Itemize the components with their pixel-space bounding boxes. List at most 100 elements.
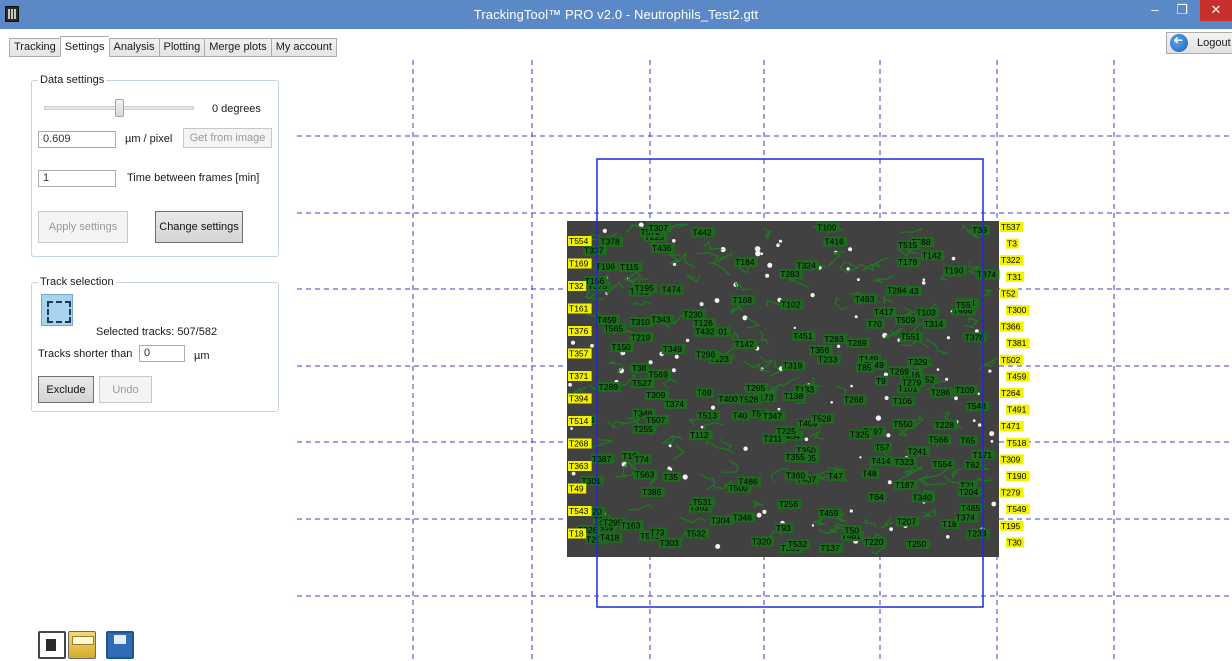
tab-settings[interactable]: Settings bbox=[59, 36, 109, 57]
track-label: T171 bbox=[973, 450, 993, 460]
cell-dot bbox=[903, 523, 908, 529]
track-label-bg bbox=[898, 285, 922, 296]
apply-settings-button[interactable]: Apply settings bbox=[38, 211, 128, 243]
track-label: T299 bbox=[603, 518, 623, 528]
track-label-bg bbox=[602, 323, 627, 334]
tab-analysis[interactable]: Analysis bbox=[108, 38, 159, 57]
get-from-image-button[interactable]: Get from image bbox=[183, 128, 272, 148]
track-label: T168 bbox=[733, 295, 753, 305]
track-label-bg bbox=[1000, 255, 1024, 266]
track-label: T30 bbox=[1007, 537, 1022, 547]
track-label: T532 bbox=[686, 529, 706, 539]
track-label-bg bbox=[795, 445, 819, 456]
cell-dot bbox=[720, 246, 726, 253]
track-label-bg bbox=[965, 401, 990, 412]
tab-my-account[interactable]: My account bbox=[270, 38, 337, 57]
track-label-bg bbox=[598, 532, 623, 543]
track-line bbox=[721, 459, 740, 474]
undo-button[interactable]: Undo bbox=[99, 376, 152, 403]
track-label: T465 bbox=[961, 503, 981, 513]
track-label-bg bbox=[775, 426, 800, 437]
track-label: T21 bbox=[960, 480, 975, 490]
cell-dot bbox=[663, 351, 667, 355]
logout-button[interactable]: Logout bbox=[1166, 32, 1232, 54]
tab-tracking[interactable]: Tracking bbox=[9, 38, 60, 57]
track-label: T451 bbox=[793, 331, 813, 341]
track-line bbox=[678, 530, 688, 548]
cell-dot bbox=[762, 540, 768, 546]
track-label-bg bbox=[568, 326, 592, 336]
exclude-button[interactable]: Exclude bbox=[38, 376, 94, 403]
track-label: T137 bbox=[820, 543, 840, 553]
maximize-button[interactable]: ❐ bbox=[1168, 0, 1196, 21]
new-file-icon[interactable] bbox=[38, 631, 66, 659]
track-line bbox=[835, 385, 853, 403]
track-label: T551 bbox=[901, 332, 921, 342]
track-line bbox=[919, 474, 947, 486]
track-label: T250 bbox=[907, 539, 927, 549]
tracks-shorter-input[interactable]: 0 bbox=[139, 345, 185, 362]
track-line bbox=[607, 360, 624, 374]
track-label-bg bbox=[795, 260, 820, 271]
track-label-bg bbox=[959, 480, 978, 491]
track-label: T554 bbox=[569, 236, 589, 246]
track-line bbox=[584, 283, 605, 300]
track-line bbox=[860, 359, 874, 373]
track-label: T550 bbox=[893, 419, 913, 429]
track-label-bg bbox=[1000, 288, 1019, 299]
save-icon[interactable] bbox=[106, 631, 134, 659]
track-line bbox=[978, 357, 997, 370]
track-label: T309 bbox=[1001, 454, 1021, 464]
track-label-bg bbox=[893, 457, 917, 468]
track-label: T301 bbox=[957, 298, 977, 308]
tab-plotting[interactable]: Plotting bbox=[158, 38, 205, 57]
change-settings-button[interactable]: Change settings bbox=[155, 211, 243, 243]
track-line bbox=[864, 355, 877, 368]
track-label: T543 bbox=[569, 506, 589, 516]
selected-tracks-count: Selected tracks: 507/582 bbox=[96, 326, 218, 338]
track-label-bg bbox=[568, 258, 592, 269]
track-label-bg bbox=[650, 314, 674, 325]
track-line bbox=[809, 430, 824, 440]
cell-dot bbox=[882, 332, 888, 339]
track-line bbox=[964, 317, 979, 329]
minimize-button[interactable]: – bbox=[1141, 0, 1169, 21]
cell-dot bbox=[936, 368, 940, 371]
track-label: T269 bbox=[890, 366, 910, 376]
track-label: T363 bbox=[569, 461, 589, 471]
track-label-bg bbox=[691, 497, 716, 508]
track-label-bg bbox=[955, 298, 980, 309]
track-line bbox=[884, 332, 895, 339]
cell-dot bbox=[873, 433, 878, 437]
track-label: T518 bbox=[1007, 438, 1027, 448]
open-folder-icon[interactable] bbox=[68, 631, 96, 659]
cell-dot bbox=[568, 382, 572, 387]
track-label: T152 bbox=[915, 374, 935, 384]
tab-merge-plots[interactable]: Merge plots bbox=[204, 38, 271, 57]
track-label-bg bbox=[971, 449, 996, 460]
selection-box[interactable] bbox=[596, 158, 984, 608]
track-label: T340 bbox=[913, 492, 933, 502]
time-between-frames-input[interactable]: 1 bbox=[38, 170, 116, 187]
track-line bbox=[783, 274, 809, 288]
track-label: T454 bbox=[780, 431, 800, 441]
selection-rectangle-icon[interactable] bbox=[41, 294, 73, 326]
um-per-pixel-input[interactable]: 0.609 bbox=[38, 131, 116, 148]
track-label-bg bbox=[629, 363, 648, 374]
track-label-bg bbox=[933, 419, 958, 430]
track-label-bg bbox=[641, 487, 665, 498]
rotation-slider-thumb[interactable] bbox=[115, 99, 124, 117]
track-line bbox=[717, 345, 737, 363]
track-label-bg bbox=[752, 392, 777, 403]
track-line bbox=[897, 424, 912, 437]
cell-dot bbox=[824, 354, 830, 359]
track-label-bg bbox=[581, 506, 606, 517]
cell-dot bbox=[665, 319, 671, 325]
track-label-bg bbox=[568, 416, 592, 426]
close-button[interactable]: ✕ bbox=[1200, 0, 1232, 21]
track-label: T106 bbox=[893, 396, 913, 406]
track-label-bg bbox=[576, 524, 601, 535]
track-label-bg bbox=[954, 299, 974, 310]
track-label-bg bbox=[816, 222, 840, 233]
track-label: T18 bbox=[569, 529, 584, 539]
